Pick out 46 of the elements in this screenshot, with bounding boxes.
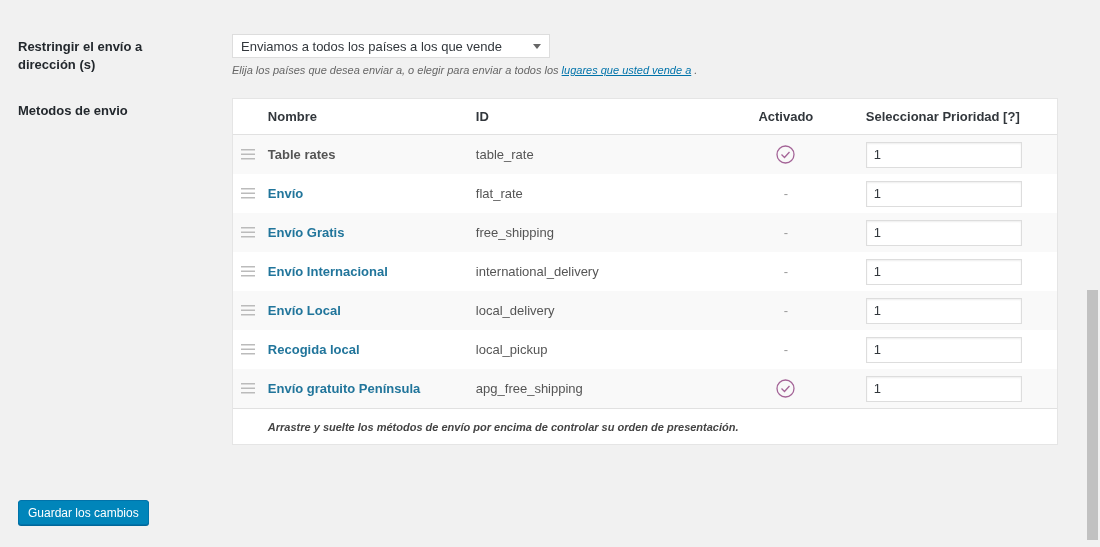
caret-icon xyxy=(533,43,541,49)
method-id: flat_rate xyxy=(475,186,524,201)
help-link[interactable]: lugares que usted vende a xyxy=(561,64,692,76)
method-id: apg_free_shipping xyxy=(475,381,584,396)
priority-field[interactable]: 1 xyxy=(865,375,1022,402)
priority-field[interactable]: 1 xyxy=(865,141,1022,168)
drag-handle-icon[interactable] xyxy=(240,305,255,316)
status-dash: - xyxy=(783,303,788,318)
priority-field[interactable]: 1 xyxy=(865,219,1022,246)
method-name: Table rates xyxy=(267,147,337,162)
field-label: Restringir el envío a dirección (s) xyxy=(18,38,144,74)
column-header: Nombre xyxy=(267,109,318,124)
method-id: free_shipping xyxy=(475,225,555,240)
priority-field[interactable]: 1 xyxy=(865,258,1022,285)
column-header: ID xyxy=(475,109,490,124)
drag-handle-icon[interactable] xyxy=(240,383,255,394)
status-dash: - xyxy=(783,342,788,357)
method-link[interactable]: Envío Local xyxy=(267,303,476,318)
priority-field[interactable]: 1 xyxy=(865,336,1022,363)
field-label: Metodos de envio xyxy=(18,102,129,120)
drag-handle-icon[interactable] xyxy=(240,344,255,355)
method-link[interactable]: Envío xyxy=(267,186,476,201)
method-link[interactable]: Envío gratuito Península xyxy=(267,381,476,396)
priority-field[interactable]: 1 xyxy=(865,180,1022,207)
method-id: local_pickup xyxy=(475,342,549,357)
method-id: table_rate xyxy=(475,147,535,162)
drag-handle-icon[interactable] xyxy=(240,266,255,277)
status-dash: - xyxy=(783,186,788,201)
status-dash: - xyxy=(783,264,788,279)
table-note: Arrastre y suelte los métodos de envío por encima de controlar su orden de presentación. xyxy=(232,408,1057,444)
priority-field[interactable]: 1 xyxy=(865,297,1022,324)
drag-handle-icon[interactable] xyxy=(240,188,255,199)
method-link[interactable]: Envío Internacional xyxy=(267,264,476,279)
status-dash: - xyxy=(783,225,788,240)
method-id: international_delivery xyxy=(475,264,600,279)
country-select[interactable]: Enviamos a todos los países a los que vende xyxy=(232,34,550,58)
drag-handle-icon[interactable] xyxy=(240,227,255,238)
scrollbar-thumb[interactable] xyxy=(1087,290,1098,540)
method-id: local_delivery xyxy=(475,303,556,318)
drag-handle-icon[interactable] xyxy=(240,149,255,160)
help-text: Elija los países que desea enviar a, o elegir para enviar a todos los lugares que usted vende a . xyxy=(232,64,699,76)
column-header: Activado xyxy=(758,109,814,124)
method-link[interactable]: Envío Gratis xyxy=(267,225,476,240)
method-link[interactable]: Recogida local xyxy=(267,342,476,357)
save-button[interactable]: Guardar los cambios xyxy=(18,500,149,525)
column-header: Seleccionar Prioridad [?] xyxy=(865,109,1021,124)
